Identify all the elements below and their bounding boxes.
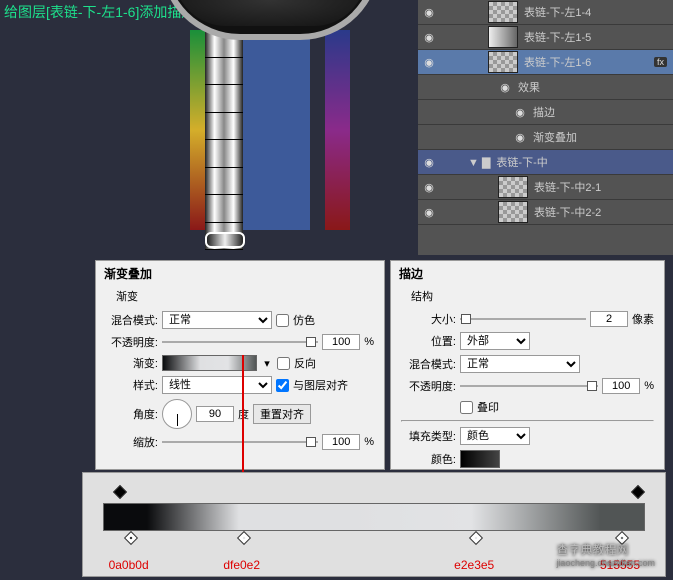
overprint-checkbox[interactable] <box>460 401 473 414</box>
watermark: 查字典教程网 jiaocheng.chazidian.com <box>556 541 655 568</box>
scale-input[interactable] <box>322 434 360 450</box>
layer-thumb <box>488 26 518 48</box>
color-stop-label: dfe0e2 <box>223 558 260 572</box>
stroke-opacity-label: 不透明度: <box>401 378 456 394</box>
color-stop[interactable] <box>238 533 250 547</box>
angle-input[interactable] <box>196 406 234 422</box>
position-label: 位置: <box>401 333 456 349</box>
clasp-highlight <box>205 232 245 248</box>
size-input[interactable] <box>590 311 628 327</box>
scale-label: 缩放: <box>106 434 158 450</box>
angle-label: 角度: <box>106 406 158 422</box>
color-swatch[interactable] <box>460 450 500 468</box>
gradient-overlay-dialog: 渐变叠加 渐变 混合模式: 正常 仿色 不透明度: % 渐变: ▾ 反向 样式:… <box>95 260 385 470</box>
color-stop[interactable] <box>470 533 482 547</box>
opacity-stop[interactable] <box>114 487 126 501</box>
dialog-section-label: 渐变 <box>96 286 384 306</box>
opacity-input[interactable] <box>322 334 360 350</box>
filltype-select[interactable]: 颜色 <box>460 427 530 445</box>
group-name: 表链-下-中 <box>496 154 547 170</box>
layer-thumb <box>488 51 518 73</box>
layer-row[interactable]: ◉ 表链-下-中2-2 <box>418 200 673 225</box>
visibility-icon[interactable]: ◉ <box>422 30 436 44</box>
effect-gradient-overlay[interactable]: ◉ 渐变叠加 <box>418 125 673 150</box>
layer-thumb <box>498 201 528 223</box>
layer-name: 表链-下-左1-5 <box>524 29 591 45</box>
color-stop[interactable] <box>125 533 137 547</box>
size-label: 大小: <box>401 311 456 327</box>
angle-dial[interactable] <box>162 399 192 429</box>
layer-group[interactable]: ◉ ▼ ▇ 表链-下-中 <box>418 150 673 175</box>
layer-name: 表链-下-左1-4 <box>524 4 591 20</box>
visibility-icon[interactable]: ◉ <box>422 205 436 219</box>
opacity-slider[interactable] <box>162 341 318 343</box>
dither-label: 仿色 <box>293 312 315 328</box>
position-select[interactable]: 外部 <box>460 332 530 350</box>
effect-name: 渐变叠加 <box>533 129 577 145</box>
dialog-title: 描边 <box>391 261 664 286</box>
stroke-blend-label: 混合模式: <box>401 356 456 372</box>
layer-name: 表链-下-中2-2 <box>534 204 601 220</box>
blend-mode-select[interactable]: 正常 <box>162 311 272 329</box>
layer-name: 表链-下-左1-6 <box>524 54 591 70</box>
visibility-icon[interactable]: ◉ <box>422 55 436 69</box>
color-label: 颜色: <box>401 451 456 467</box>
size-unit: 像素 <box>632 311 654 327</box>
folder-icon: ▼ ▇ <box>468 156 490 169</box>
gradient-dropdown[interactable]: ▾ <box>261 357 273 370</box>
layer-name: 表链-下-中2-1 <box>534 179 601 195</box>
overprint-label: 叠印 <box>477 399 499 415</box>
effect-stroke[interactable]: ◉ 描边 <box>418 100 673 125</box>
reverse-checkbox[interactable] <box>277 357 290 370</box>
scale-slider[interactable] <box>162 441 318 443</box>
visibility-icon[interactable]: ◉ <box>513 130 527 144</box>
color-stop-label: 0a0b0d <box>109 558 149 572</box>
visibility-icon[interactable]: ◉ <box>422 5 436 19</box>
reset-align-button[interactable]: 重置对齐 <box>253 404 311 424</box>
gradient-bar[interactable] <box>103 503 645 531</box>
reverse-label: 反向 <box>294 355 316 371</box>
effect-name: 描边 <box>533 104 555 120</box>
pct-label: % <box>644 380 654 392</box>
opacity-stop[interactable] <box>632 487 644 501</box>
effects-header[interactable]: ◉ 效果 <box>418 75 673 100</box>
stroke-dialog: 描边 结构 大小: 像素 位置: 外部 混合模式: 正常 不透明度: % 叠印 <box>390 260 665 470</box>
layer-row-selected[interactable]: ◉ 表链-下-左1-6 fx <box>418 50 673 75</box>
stroke-blend-select[interactable]: 正常 <box>460 355 580 373</box>
canvas-preview <box>130 0 410 260</box>
size-slider[interactable] <box>460 318 586 320</box>
layers-panel: ◉ 表链-下-左1-4 ◉ 表链-下-左1-5 ◉ 表链-下-左1-6 fx ◉… <box>418 0 673 255</box>
opacity-label: 不透明度: <box>106 334 158 350</box>
stroke-opacity-input[interactable] <box>602 378 640 394</box>
dialog-title: 渐变叠加 <box>96 261 384 286</box>
annotation-arrow <box>242 355 244 485</box>
visibility-icon[interactable]: ◉ <box>422 180 436 194</box>
style-select[interactable]: 线性 <box>162 376 272 394</box>
color-stop-label: e2e3e5 <box>454 558 494 572</box>
align-checkbox[interactable] <box>276 379 289 392</box>
layer-thumb <box>488 1 518 23</box>
blend-mode-label: 混合模式: <box>106 312 158 328</box>
style-label: 样式: <box>106 377 158 393</box>
visibility-icon[interactable]: ◉ <box>422 155 436 169</box>
stroke-opacity-slider[interactable] <box>460 385 598 387</box>
layer-row[interactable]: ◉ 表链-下-左1-4 <box>418 0 673 25</box>
gradient-label: 渐变: <box>106 355 158 371</box>
pct-label: % <box>364 436 374 448</box>
dialog-section-label: 结构 <box>391 286 664 306</box>
layer-row[interactable]: ◉ 表链-下-左1-5 <box>418 25 673 50</box>
pct-label: % <box>364 336 374 348</box>
visibility-icon[interactable]: ◉ <box>513 105 527 119</box>
align-label: 与图层对齐 <box>293 377 348 393</box>
fx-badge[interactable]: fx <box>654 57 667 67</box>
visibility-icon[interactable]: ◉ <box>498 80 512 94</box>
layer-row[interactable]: ◉ 表链-下-中2-1 <box>418 175 673 200</box>
layer-thumb <box>498 176 528 198</box>
dither-checkbox[interactable] <box>276 314 289 327</box>
effects-label: 效果 <box>518 79 540 95</box>
filltype-label: 填充类型: <box>401 428 456 444</box>
